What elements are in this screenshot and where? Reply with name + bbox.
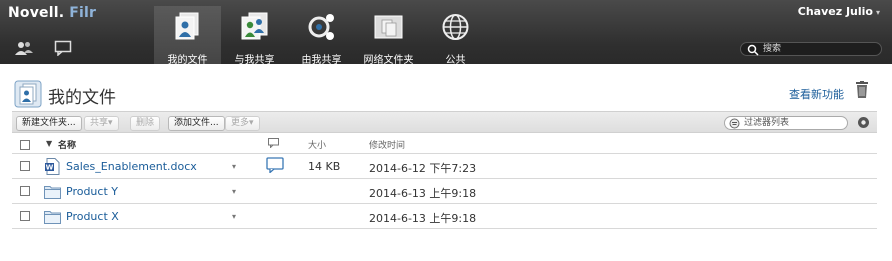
search-icon [747,44,759,56]
nav-shared-with-me[interactable]: 与我共享 [221,6,288,66]
nav-public[interactable]: 公共 [422,6,489,66]
nav-my-files-label: 我的文件 [167,55,208,66]
row-menu-chevron-icon[interactable]: ▾ [232,212,236,221]
nav-shared-by-me[interactable]: 由我共享 [288,6,355,66]
add-files-button[interactable]: 添加文件... [168,116,225,131]
folder-icon [44,186,61,199]
svg-text:W: W [46,164,54,172]
row-menu-chevron-icon[interactable]: ▾ [232,162,236,171]
select-all-checkbox[interactable] [20,140,30,150]
nav-net-folders-label: 网络文件夹 [363,55,414,66]
comment-icon[interactable] [266,157,284,173]
search-box [740,42,882,56]
trash-icon[interactable] [854,81,870,99]
row-checkbox[interactable] [20,211,30,221]
delete-button[interactable]: 删除 [130,116,161,131]
chevron-down-icon: ▾ [875,8,880,17]
top-bar: Novell. Filr 我的文件 与我共享 由我共享 网络文件夹 公共 Cha… [0,0,892,66]
col-name-header[interactable]: 名称 [58,138,76,151]
folder-icon [44,211,61,224]
nav-shared-by-me-label: 由我共享 [301,55,342,66]
gear-icon[interactable] [857,116,870,129]
file-table: ▼ 名称 大小 修改时间 W Sales_Enablement.docx ▾ 1… [12,133,877,229]
nav-shared-with-me-label: 与我共享 [234,55,275,66]
row-checkbox[interactable] [20,186,30,196]
filter-icon [729,118,740,129]
col-size-header[interactable]: 大小 [308,138,326,151]
brand-product: Filr [69,5,97,21]
my-files-folder-icon [14,80,42,108]
net-folders-icon [374,15,403,39]
my-files-icon [175,12,199,40]
table-row[interactable]: Product Y ▾ 2014-6-13 上午9:18 [12,179,877,204]
brand-logo: Novell. Filr [8,5,96,21]
file-size: 14 KB [308,160,341,173]
filter-input[interactable] [744,117,844,129]
folder-name-link[interactable]: Product Y [66,185,118,198]
col-modified-header[interactable]: 修改时间 [369,138,405,151]
row-menu-chevron-icon[interactable]: ▾ [232,187,236,196]
shared-with-me-icon [241,12,268,40]
file-toolbar: 新建文件夹... 共享▾ 删除 添加文件... 更多▾ [12,111,877,133]
folder-name-link[interactable]: Product X [66,210,119,223]
public-globe-icon [442,14,469,40]
modified-time: 2014-6-12 下午7:23 [369,162,477,175]
new-folder-button[interactable]: 新建文件夹... [16,116,82,131]
file-name-link[interactable]: Sales_Enablement.docx [66,160,197,173]
more-button[interactable]: 更多▾ [225,116,260,131]
page-title: 我的文件 [48,88,116,108]
table-header: ▼ 名称 大小 修改时间 [12,133,877,154]
whats-new-link[interactable]: 查看新功能 [789,86,844,102]
comment-column-icon [268,138,279,148]
shared-by-me-icon [308,14,334,40]
search-input[interactable] [763,43,875,55]
user-name: Chavez Julio [797,5,873,18]
table-row[interactable]: W Sales_Enablement.docx ▾ 14 KB 2014-6-1… [12,154,877,179]
main-nav: 我的文件 与我共享 由我共享 网络文件夹 公共 [154,6,489,66]
filter-box [724,116,848,130]
word-document-icon: W [45,158,60,175]
row-checkbox[interactable] [20,161,30,171]
user-menu[interactable]: Chavez Julio ▾ [798,5,880,18]
modified-time: 2014-6-13 上午9:18 [369,187,477,200]
sort-arrow-icon[interactable]: ▼ [46,139,52,148]
nav-public-label: 公共 [445,55,466,66]
nav-net-folders[interactable]: 网络文件夹 [355,6,422,66]
modified-time: 2014-6-13 上午9:18 [369,212,477,225]
brand-name: Novell. [8,5,65,21]
nav-my-files[interactable]: 我的文件 [154,6,221,66]
share-button[interactable]: 共享▾ [84,116,119,131]
people-icon[interactable] [14,40,34,56]
table-row[interactable]: Product X ▾ 2014-6-13 上午9:18 [12,204,877,229]
comments-icon[interactable] [54,40,74,56]
